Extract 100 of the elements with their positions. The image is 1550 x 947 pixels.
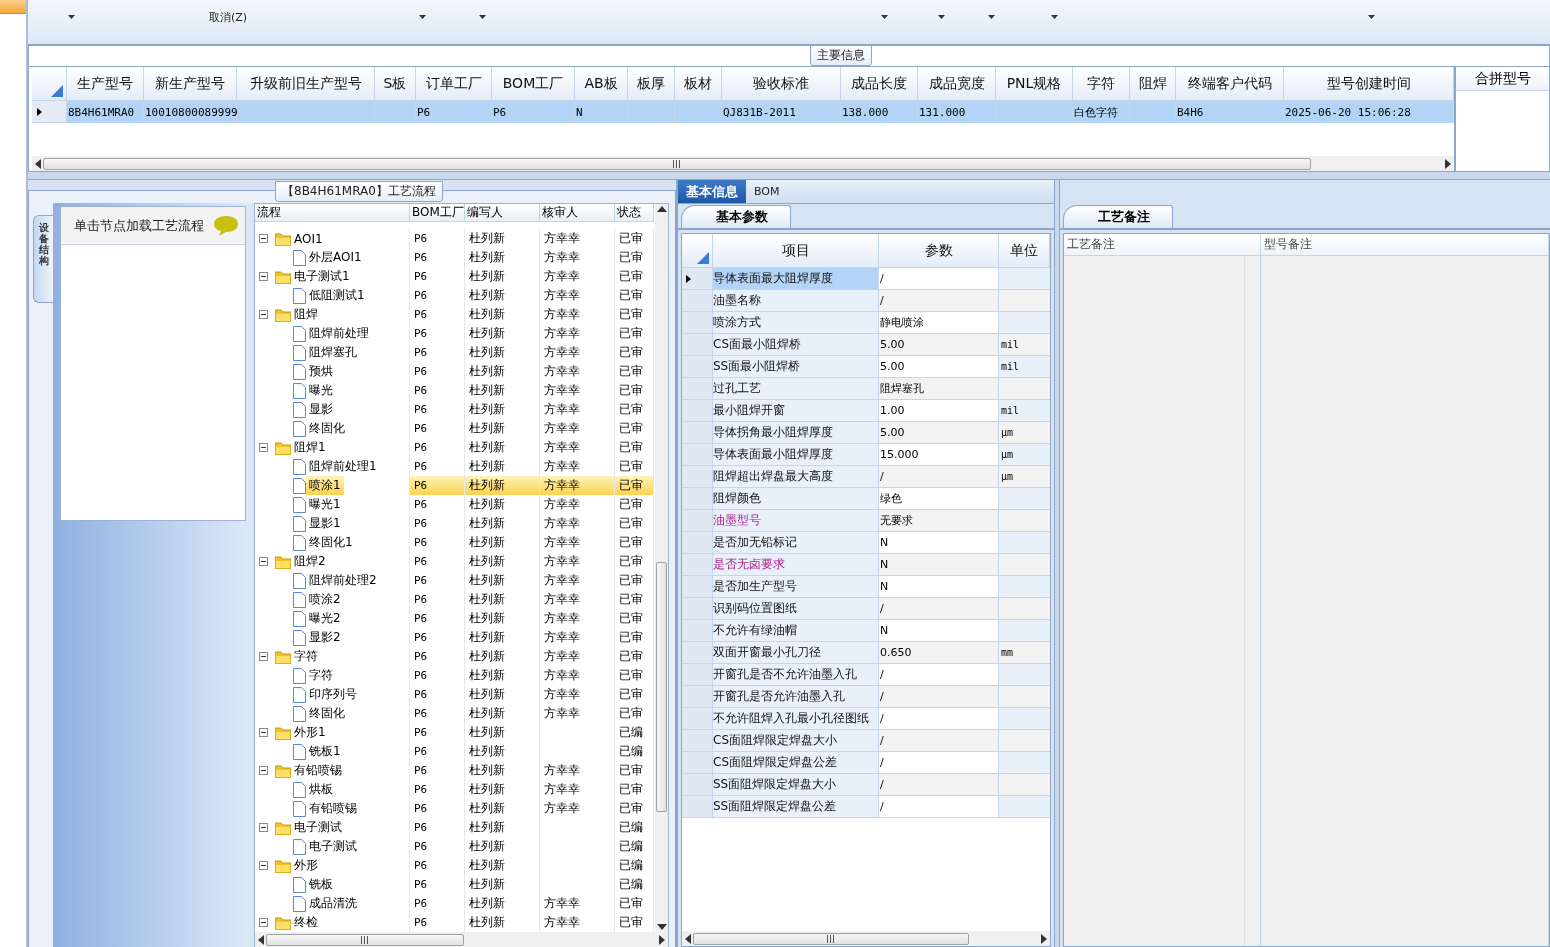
tree-item[interactable]: 阻焊塞孔 bbox=[306, 343, 360, 362]
collapse-icon[interactable] bbox=[259, 823, 268, 832]
scroll-down-arrow[interactable] bbox=[656, 924, 667, 930]
vertical-scrollbar[interactable] bbox=[655, 204, 668, 932]
scroll-left-arrow[interactable] bbox=[685, 933, 691, 944]
tree-item[interactable]: 有铅喷锡 bbox=[291, 761, 345, 780]
tree-item[interactable]: 印序列号 bbox=[306, 685, 360, 704]
app-tab[interactable] bbox=[0, 0, 26, 14]
tree-item[interactable]: 终固化 bbox=[306, 704, 348, 723]
tree-item[interactable]: 字符 bbox=[306, 666, 336, 685]
tree-item[interactable]: 外层AOI1 bbox=[306, 248, 365, 267]
tree-item[interactable]: 阻焊1 bbox=[291, 438, 329, 457]
column-header[interactable]: 订单工厂 bbox=[416, 67, 492, 101]
column-header[interactable]: 板材 bbox=[675, 67, 722, 101]
tree-item[interactable]: 终固化 bbox=[306, 419, 348, 438]
tree-item[interactable]: 显影 bbox=[306, 400, 336, 419]
column-header[interactable]: 字符 bbox=[1073, 67, 1130, 101]
table-corner[interactable] bbox=[32, 67, 67, 101]
column-header[interactable]: 参数 bbox=[879, 234, 999, 268]
dropdown-caret-icon[interactable] bbox=[419, 15, 426, 19]
table-corner[interactable] bbox=[682, 234, 713, 268]
dropdown-caret-icon[interactable] bbox=[1368, 15, 1375, 19]
tree-item[interactable]: 外形 bbox=[291, 856, 321, 875]
tree-item[interactable]: 电子测试1 bbox=[291, 267, 353, 286]
scroll-left-arrow[interactable] bbox=[35, 158, 41, 169]
row-header[interactable] bbox=[32, 101, 67, 123]
column-header[interactable]: 核审人 bbox=[540, 204, 615, 222]
tree-item[interactable]: 铣板 bbox=[306, 875, 336, 894]
tree-item[interactable]: 电子测试 bbox=[291, 818, 345, 837]
scroll-left-arrow[interactable] bbox=[258, 934, 264, 945]
column-header[interactable]: 型号创建时间 bbox=[1284, 67, 1454, 101]
scroll-thumb[interactable] bbox=[656, 562, 667, 812]
scroll-right-arrow[interactable] bbox=[1041, 933, 1047, 944]
column-header[interactable]: S板 bbox=[375, 67, 416, 101]
collapse-icon[interactable] bbox=[259, 234, 268, 243]
tree-item[interactable]: 预烘 bbox=[306, 362, 336, 381]
tree-item[interactable]: 阻焊前处理1 bbox=[306, 457, 380, 476]
collapse-icon[interactable] bbox=[259, 918, 268, 927]
row-header[interactable] bbox=[682, 268, 713, 290]
tree-item[interactable]: 铣板1 bbox=[306, 742, 344, 761]
dropdown-caret-icon[interactable] bbox=[938, 15, 945, 19]
tree-item[interactable]: 烘板 bbox=[306, 780, 336, 799]
column-header[interactable]: 单位 bbox=[999, 234, 1050, 268]
column-header[interactable]: BOM工厂 bbox=[410, 204, 465, 222]
column-header[interactable]: AB板 bbox=[575, 67, 628, 101]
collapse-icon[interactable] bbox=[259, 766, 268, 775]
collapse-icon[interactable] bbox=[259, 443, 268, 452]
scroll-thumb[interactable] bbox=[43, 157, 1311, 170]
dropdown-caret-icon[interactable] bbox=[68, 15, 75, 19]
tab[interactable]: BOM bbox=[746, 180, 788, 203]
column-header[interactable]: 成品长度 bbox=[841, 67, 918, 101]
column-header[interactable]: 板厚 bbox=[628, 67, 675, 101]
tree-item[interactable]: 外形1 bbox=[291, 723, 329, 742]
column-header[interactable]: 阻焊 bbox=[1130, 67, 1176, 101]
horizontal-scrollbar[interactable] bbox=[682, 931, 1050, 946]
tree-item[interactable]: 阻焊2 bbox=[291, 552, 329, 571]
side-tab[interactable]: 设备结构 bbox=[33, 215, 53, 303]
horizontal-scrollbar[interactable] bbox=[255, 932, 668, 947]
tree-item[interactable]: 字符 bbox=[291, 647, 321, 666]
column-header[interactable]: 型号备注 bbox=[1261, 234, 1548, 256]
tree-item[interactable]: AOI1 bbox=[291, 229, 326, 248]
scroll-thumb[interactable] bbox=[266, 933, 464, 946]
column-header[interactable]: 验收标准 bbox=[722, 67, 841, 101]
tree-item[interactable]: 喷涂2 bbox=[306, 590, 344, 609]
dropdown-caret-icon[interactable] bbox=[479, 15, 486, 19]
tree-item[interactable]: 低阻测试1 bbox=[306, 286, 368, 305]
tree-item[interactable]: 阻焊前处理2 bbox=[306, 571, 380, 590]
tab[interactable]: 基本信息 bbox=[678, 180, 746, 203]
tree-item[interactable]: 显影2 bbox=[306, 628, 344, 647]
column-header[interactable]: 项目 bbox=[713, 234, 879, 268]
column-header[interactable]: 成品宽度 bbox=[918, 67, 996, 101]
tab[interactable]: 工艺备注 bbox=[1063, 205, 1173, 228]
tree-item[interactable]: 显影1 bbox=[306, 514, 344, 533]
tree-item[interactable]: 曝光1 bbox=[306, 495, 344, 514]
collapse-icon[interactable] bbox=[259, 861, 268, 870]
tab[interactable]: 基本参数 bbox=[681, 205, 791, 228]
tree-item[interactable]: 曝光2 bbox=[306, 609, 344, 628]
scroll-thumb[interactable] bbox=[693, 932, 969, 945]
horizontal-scrollbar[interactable] bbox=[32, 156, 1454, 171]
tree-item[interactable]: 终固化1 bbox=[306, 533, 356, 552]
tree-item[interactable]: 曝光 bbox=[306, 381, 336, 400]
tree-item[interactable]: 成品清洗 bbox=[306, 894, 360, 913]
dropdown-caret-icon[interactable] bbox=[881, 15, 888, 19]
column-header[interactable]: 升级前旧生产型号 bbox=[237, 67, 375, 101]
collapse-icon[interactable] bbox=[259, 272, 268, 281]
dropdown-caret-icon[interactable] bbox=[1051, 15, 1058, 19]
scroll-right-arrow[interactable] bbox=[1445, 158, 1451, 169]
column-header[interactable]: 新生产型号 bbox=[144, 67, 237, 101]
scroll-up-arrow[interactable] bbox=[656, 206, 667, 212]
tree-item[interactable]: 喷涂1 bbox=[306, 476, 344, 495]
column-header[interactable]: 编写人 bbox=[465, 204, 540, 222]
scroll-right-arrow[interactable] bbox=[659, 934, 665, 945]
collapse-icon[interactable] bbox=[259, 557, 268, 566]
column-header[interactable]: 工艺备注 bbox=[1064, 234, 1260, 256]
dropdown-caret-icon[interactable] bbox=[988, 15, 995, 19]
collapse-icon[interactable] bbox=[259, 652, 268, 661]
tree-item[interactable]: 电子测试 bbox=[306, 837, 360, 856]
cancel-button[interactable]: 取消(Z) bbox=[209, 10, 248, 25]
column-header[interactable]: BOM工厂 bbox=[492, 67, 575, 101]
tree-item[interactable]: 阻焊 bbox=[291, 305, 321, 324]
